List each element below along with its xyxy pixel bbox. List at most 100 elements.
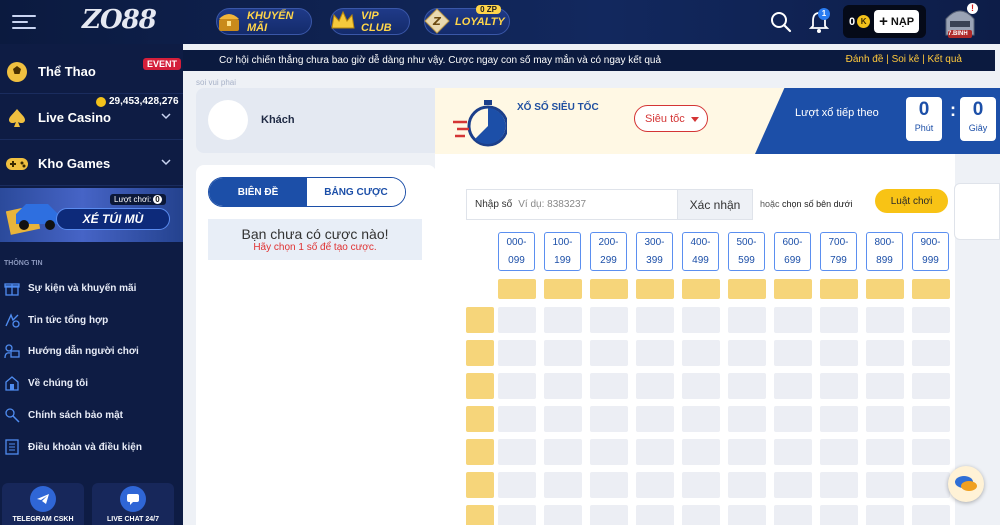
range-button[interactable]: 700- 799 [820, 232, 857, 271]
number-cell[interactable] [866, 373, 904, 399]
number-cell[interactable] [590, 406, 628, 432]
menu-icon[interactable] [12, 11, 36, 33]
column-header-cell[interactable] [866, 279, 904, 299]
number-cell[interactable] [774, 505, 812, 525]
column-header-cell[interactable] [820, 279, 858, 299]
number-cell[interactable] [820, 472, 858, 498]
row-header-cell[interactable] [466, 439, 494, 465]
number-cell[interactable] [590, 340, 628, 366]
number-cell[interactable] [774, 340, 812, 366]
number-cell[interactable] [820, 439, 858, 465]
number-cell[interactable] [912, 340, 950, 366]
number-cell[interactable] [636, 340, 674, 366]
row-header-cell[interactable] [466, 307, 494, 333]
number-cell[interactable] [774, 439, 812, 465]
lottery-mode-dropdown[interactable]: Siêu tốc [634, 105, 708, 132]
number-cell[interactable] [498, 505, 536, 525]
number-cell[interactable] [728, 406, 766, 432]
number-cell[interactable] [682, 406, 720, 432]
range-button[interactable]: 600- 699 [774, 232, 811, 271]
number-cell[interactable] [682, 472, 720, 498]
side-drawer-tab[interactable] [954, 183, 1000, 240]
number-cell[interactable] [498, 406, 536, 432]
number-cell[interactable] [590, 472, 628, 498]
number-cell[interactable] [590, 307, 628, 333]
rules-button[interactable]: Luật chơi [875, 189, 948, 213]
number-cell[interactable] [498, 439, 536, 465]
row-header-cell[interactable] [466, 340, 494, 366]
number-cell[interactable] [912, 307, 950, 333]
number-cell[interactable] [682, 340, 720, 366]
column-header-cell[interactable] [728, 279, 766, 299]
range-button[interactable]: 100- 199 [544, 232, 581, 271]
number-cell[interactable] [774, 406, 812, 432]
number-cell[interactable] [728, 439, 766, 465]
number-cell[interactable] [544, 472, 582, 498]
number-cell[interactable] [636, 406, 674, 432]
number-cell[interactable] [682, 439, 720, 465]
link-place-bet[interactable]: Đánh đề [846, 54, 884, 65]
number-cell[interactable] [682, 373, 720, 399]
blind-bag-promo-banner[interactable]: Lượt chơi: 0 XÉ TÚI MÙ [0, 188, 183, 242]
number-cell[interactable] [774, 472, 812, 498]
number-cell[interactable] [820, 505, 858, 525]
number-input[interactable] [518, 199, 629, 210]
number-cell[interactable] [544, 307, 582, 333]
number-cell[interactable] [912, 406, 950, 432]
number-cell[interactable] [590, 439, 628, 465]
number-cell[interactable] [636, 439, 674, 465]
range-button[interactable]: 900- 999 [912, 232, 949, 271]
number-cell[interactable] [866, 439, 904, 465]
number-cell[interactable] [820, 307, 858, 333]
number-cell[interactable] [544, 340, 582, 366]
number-cell[interactable] [912, 505, 950, 525]
number-cell[interactable] [498, 373, 536, 399]
site-logo[interactable]: ZO88 [82, 5, 157, 35]
nav-vip-button[interactable]: VIP CLUB [330, 8, 410, 35]
number-cell[interactable] [866, 505, 904, 525]
sidebar-link-news[interactable]: Tin tức tổng hợp [0, 305, 183, 335]
row-header-cell[interactable] [466, 406, 494, 432]
column-header-cell[interactable] [590, 279, 628, 299]
nav-promo-button[interactable]: KHUYẾN MÃI [216, 8, 312, 35]
range-button[interactable]: 200- 299 [590, 232, 627, 271]
sidebar-item-live-casino[interactable]: Live Casino [0, 96, 183, 140]
row-header-cell[interactable] [466, 373, 494, 399]
number-cell[interactable] [774, 307, 812, 333]
range-button[interactable]: 000- 099 [498, 232, 535, 271]
sidebar-link-guide[interactable]: Hướng dẫn người chơi [0, 336, 183, 366]
chat-bubble-button[interactable] [948, 466, 984, 502]
search-icon[interactable] [770, 11, 792, 33]
sidebar-link-promotions[interactable]: Sự kiện và khuyến mãi [0, 273, 183, 303]
number-cell[interactable] [820, 406, 858, 432]
number-cell[interactable] [636, 373, 674, 399]
number-cell[interactable] [912, 439, 950, 465]
number-cell[interactable] [728, 307, 766, 333]
number-cell[interactable] [682, 505, 720, 525]
number-cell[interactable] [682, 307, 720, 333]
row-header-cell[interactable] [466, 472, 494, 498]
number-cell[interactable] [912, 373, 950, 399]
number-cell[interactable] [498, 307, 536, 333]
number-cell[interactable] [820, 373, 858, 399]
column-header-cell[interactable] [636, 279, 674, 299]
column-header-cell[interactable] [774, 279, 812, 299]
telegram-support-button[interactable]: TELEGRAM CSKH [2, 483, 84, 525]
live-chat-button[interactable]: LIVE CHAT 24/7 [92, 483, 174, 525]
number-cell[interactable] [912, 472, 950, 498]
sidebar-item-sports[interactable]: Thể Thao EVENT [0, 50, 183, 94]
sidebar-item-games[interactable]: Kho Games [0, 142, 183, 186]
sidebar-link-terms[interactable]: Điều khoản và điều kiện [0, 432, 183, 462]
number-cell[interactable] [866, 406, 904, 432]
range-button[interactable]: 500- 599 [728, 232, 765, 271]
link-check-stats[interactable]: Soi kê [892, 54, 920, 65]
tab-bet-slip[interactable]: BIÊN ĐỀ [209, 178, 307, 206]
range-button[interactable]: 300- 399 [636, 232, 673, 271]
range-button[interactable]: 400- 499 [682, 232, 719, 271]
link-results[interactable]: Kết quả [928, 54, 962, 65]
deposit-button[interactable]: + NẠP [874, 10, 920, 33]
number-cell[interactable] [866, 472, 904, 498]
column-header-cell[interactable] [498, 279, 536, 299]
number-cell[interactable] [544, 505, 582, 525]
number-cell[interactable] [820, 340, 858, 366]
